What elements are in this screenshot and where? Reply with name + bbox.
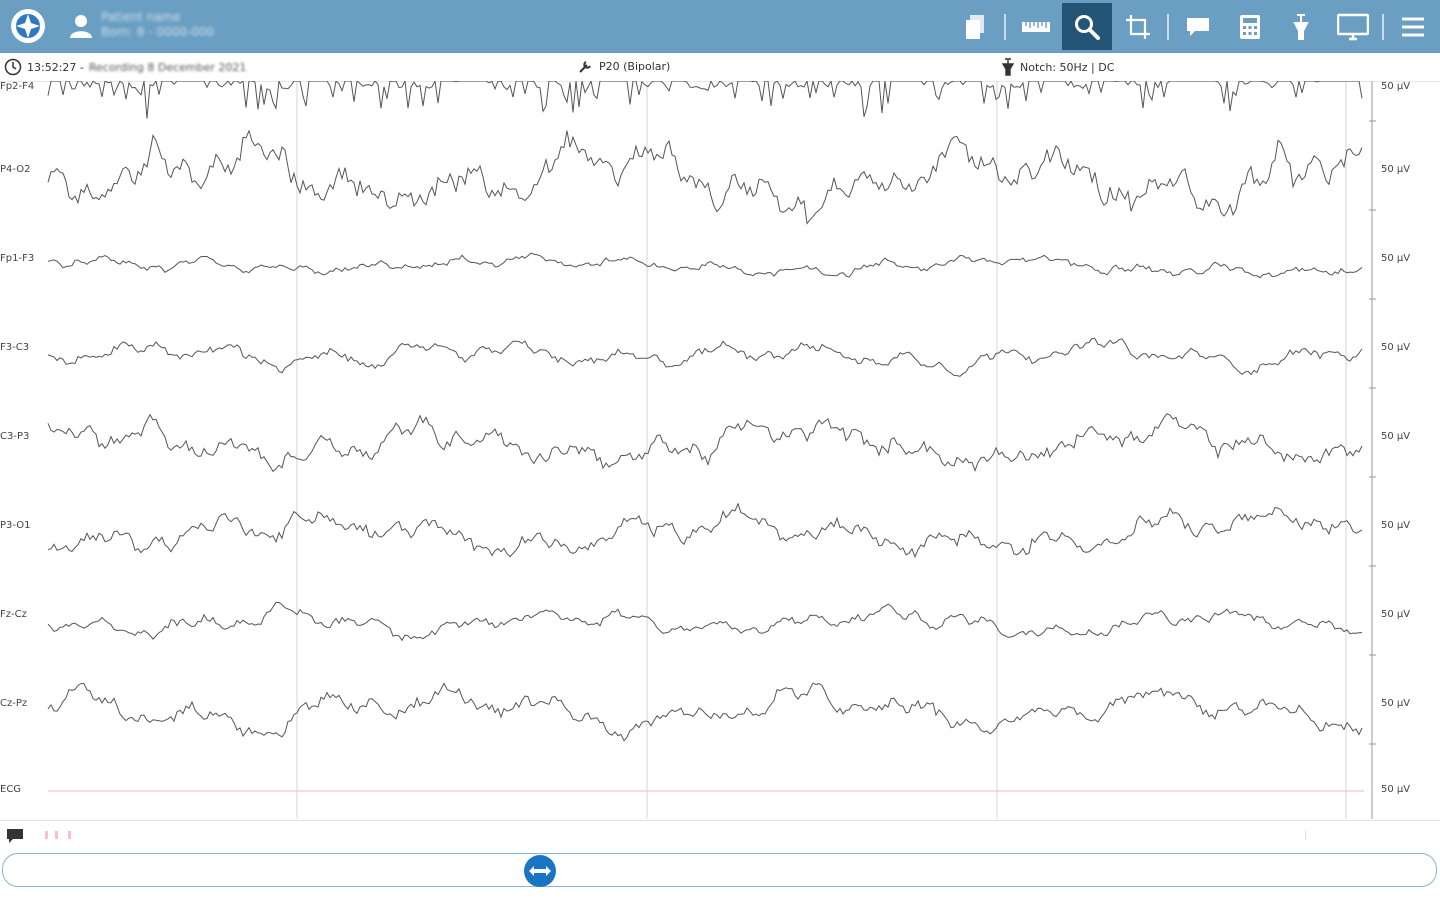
timeline-slider[interactable] <box>2 853 1437 887</box>
info-bar: 13:52:27 - Recording 8 December 2021 P20… <box>0 53 1440 82</box>
channel-scale-label[interactable]: 50 µV <box>1381 431 1410 442</box>
calculator-button[interactable] <box>1225 3 1275 50</box>
pages-icon <box>966 14 984 39</box>
recording-date: Recording 8 December 2021 <box>88 60 247 74</box>
annotation-comment-icon[interactable] <box>6 828 24 844</box>
channel-label[interactable]: Fp1-F3 <box>0 253 34 264</box>
crop-icon <box>1126 14 1150 39</box>
channel-label[interactable]: P3-O1 <box>0 520 31 531</box>
calculator-icon <box>1240 14 1260 39</box>
ruler-icon <box>1022 21 1050 32</box>
crop-button[interactable] <box>1113 3 1163 50</box>
user-icon <box>70 15 92 38</box>
pages-button[interactable] <box>950 3 1000 50</box>
toolbar-separator <box>1382 14 1384 40</box>
channel-scale-label[interactable]: 50 µV <box>1381 253 1410 264</box>
comment-icon <box>1187 17 1209 36</box>
monitor-button[interactable] <box>1328 3 1378 50</box>
montage-info[interactable]: P20 (Bipolar) <box>578 58 670 74</box>
channel-label[interactable]: Cz-Pz <box>0 698 27 709</box>
eeg-trace-p3-o1 <box>47 502 1363 559</box>
eeg-trace-f3-c3 <box>47 337 1363 377</box>
patient-name: Patient name <box>101 10 181 24</box>
montage-label: P20 (Bipolar) <box>599 59 671 73</box>
eeg-trace-p4-o2 <box>47 129 1363 225</box>
clock-icon <box>4 58 22 76</box>
app-logo-icon[interactable] <box>10 8 46 44</box>
toolbar-separator <box>1167 14 1169 40</box>
monitor-icon <box>1337 13 1369 40</box>
menu-icon <box>1402 17 1424 36</box>
patient-info: Patient name Born: 8 - 0000-000 <box>101 10 214 40</box>
filter-info[interactable]: Notch: 50Hz | DC <box>1001 58 1114 76</box>
eeg-trace-fp2-f4 <box>47 81 1363 119</box>
filter-funnel-icon <box>1001 58 1015 76</box>
top-toolbar: Patient name Born: 8 - 0000-000 <box>0 0 1440 53</box>
menu-button[interactable] <box>1388 3 1438 50</box>
arrows-horizontal-icon <box>529 866 551 876</box>
channel-scale-label[interactable]: 50 µV <box>1381 784 1410 795</box>
patient-detail: Born: 8 - 0000-000 <box>101 25 215 39</box>
event-marker[interactable] <box>68 831 71 839</box>
channel-scale-label[interactable]: 50 µV <box>1381 698 1410 709</box>
channel-label[interactable]: P4-O2 <box>0 164 31 175</box>
event-marker[interactable] <box>45 831 48 839</box>
channel-label[interactable]: C3-P3 <box>0 431 29 442</box>
recording-time: 13:52:27 - <box>27 60 84 74</box>
ruler-button[interactable] <box>1011 3 1061 50</box>
time-info[interactable]: 13:52:27 - Recording 8 December 2021 <box>4 58 246 76</box>
filter-label: Notch: 50Hz | DC <box>1020 60 1115 74</box>
channel-label[interactable]: ECG <box>0 784 21 795</box>
filter-button[interactable] <box>1276 3 1326 50</box>
channel-scale-label[interactable]: 50 µV <box>1381 342 1410 353</box>
search-button[interactable] <box>1062 3 1112 50</box>
channel-label[interactable]: Fz-Cz <box>0 609 27 620</box>
channel-label[interactable]: F3-C3 <box>0 342 29 353</box>
timeline-slider-handle[interactable] <box>524 855 556 887</box>
channel-scale-label[interactable]: 50 µV <box>1381 164 1410 175</box>
wrench-icon <box>579 61 591 73</box>
eeg-trace-fp1-f3 <box>47 252 1363 279</box>
event-marker[interactable] <box>55 831 58 839</box>
channel-scale-label[interactable]: 50 µV <box>1381 81 1410 92</box>
eeg-trace-cz-pz <box>47 682 1363 742</box>
channel-scale-label[interactable]: 50 µV <box>1381 609 1410 620</box>
annotation-strip <box>0 820 1440 851</box>
search-icon <box>1075 14 1100 40</box>
eeg-display[interactable]: Fp2-F4 50 µV P4-O2 50 µV Fp1-F3 50 µV F3-C3 50 … <box>0 81 1440 819</box>
eeg-trace-c3-p3 <box>47 413 1363 473</box>
channel-scale-label[interactable]: 50 µV <box>1381 520 1410 531</box>
event-marker[interactable] <box>1305 831 1306 839</box>
comment-button[interactable] <box>1173 3 1223 50</box>
eeg-trace-fz-cz <box>47 601 1363 642</box>
eeg-traces[interactable] <box>0 81 1440 819</box>
channel-label[interactable]: Fp2-F4 <box>0 81 34 92</box>
toolbar-separator <box>1004 14 1006 40</box>
filter-icon <box>1293 13 1309 40</box>
